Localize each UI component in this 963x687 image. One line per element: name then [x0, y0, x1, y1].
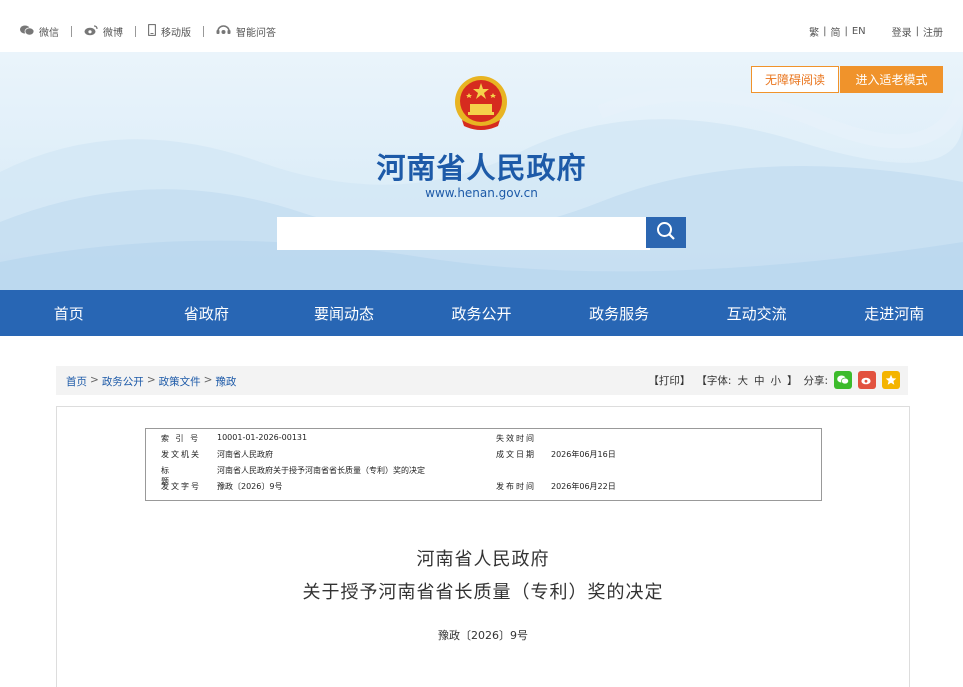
national-emblem-icon	[452, 74, 510, 134]
meta-docno-label: 发文字号	[161, 482, 201, 491]
wechat-link[interactable]: 微信	[20, 24, 59, 39]
weibo-link[interactable]: 微博	[84, 24, 123, 39]
meta-created-label: 成文日期	[496, 450, 536, 459]
document-title-line2: 关于授予河南省省长质量（专利）奖的决定	[302, 582, 664, 603]
chat-icon	[216, 24, 231, 39]
meta-row: 发文字号 豫政〔2026〕9号 发布时间 2026年06月22日	[146, 481, 821, 496]
meta-issuer-label: 发文机关	[161, 450, 201, 459]
article-content: 索 引 号 10001-01-2026-00131 失效时间 发文机关 河南省人…	[56, 406, 910, 687]
nav-gov-affairs-open[interactable]: 政务公开	[413, 290, 551, 336]
breadcrumb-gov-open[interactable]: 政务公开	[102, 374, 144, 389]
nav-home[interactable]: 首页	[0, 290, 138, 336]
qa-label: 智能问答	[236, 28, 276, 39]
meta-published-label: 发布时间	[496, 482, 536, 491]
breadcrumb-bar: 首页 > 政务公开 > 政策文件 > 豫政 【打印】 【字体: 大 中 小 】 …	[56, 366, 908, 395]
favorite-star-icon[interactable]	[882, 371, 900, 389]
share-label: 分享:	[803, 374, 828, 387]
lang-simplified[interactable]: 简	[830, 24, 840, 39]
breadcrumb-separator: >	[90, 374, 99, 386]
meta-expire-label: 失效时间	[496, 434, 536, 443]
nav-news[interactable]: 要闻动态	[275, 290, 413, 336]
accessibility-button[interactable]: 无障碍阅读	[751, 66, 839, 93]
meta-row: 标 题 河南省人民政府关于授予河南省省长质量（专利）奖的决定	[146, 465, 821, 486]
qa-link[interactable]: 智能问答	[216, 24, 276, 39]
nav-gov-services[interactable]: 政务服务	[550, 290, 688, 336]
meta-row: 发文机关 河南省人民政府 成文日期 2026年06月16日	[146, 449, 821, 464]
login-separator: |	[915, 26, 919, 37]
site-url[interactable]: www.henan.gov.cn	[0, 186, 963, 200]
lang-separator: |	[844, 26, 848, 37]
document-title-line1: 河南省人民政府	[416, 549, 550, 570]
site-title: 河南省人民政府	[376, 151, 587, 185]
font-size-end: 】	[786, 374, 798, 387]
wechat-icon	[20, 25, 35, 39]
page-tools: 【打印】 【字体: 大 中 小 】 分享:	[648, 371, 900, 389]
wechat-label: 微信	[39, 28, 59, 39]
search-input[interactable]	[277, 217, 650, 250]
lang-english[interactable]: EN	[852, 26, 866, 37]
print-link[interactable]: 【打印】	[648, 373, 690, 388]
meta-subject-value: 河南省人民政府关于授予河南省省长质量（专利）奖的决定	[217, 466, 425, 475]
mobile-link[interactable]: 移动版	[147, 23, 191, 39]
mobile-label: 移动版	[161, 28, 191, 39]
meta-issuer-value: 河南省人民政府	[217, 450, 273, 459]
main-nav: 首页 省政府 要闻动态 政务公开 政务服务 互动交流 走进河南	[0, 290, 963, 336]
lang-separator: |	[823, 26, 827, 37]
divider	[203, 26, 204, 37]
header-banner: 河南省人民政府 www.henan.gov.cn 无障碍阅读 进入适老模式	[0, 52, 963, 290]
font-medium[interactable]: 中	[754, 373, 765, 388]
font-size-label: 【字体:	[696, 374, 732, 387]
meta-docno-value: 豫政〔2026〕9号	[217, 482, 283, 491]
nav-provincial-gov[interactable]: 省政府	[138, 290, 276, 336]
breadcrumb-separator: >	[146, 374, 156, 386]
meta-index-value: 10001-01-2026-00131	[217, 433, 308, 442]
document-metadata-table: 索 引 号 10001-01-2026-00131 失效时间 发文机关 河南省人…	[145, 428, 822, 501]
font-large[interactable]: 大	[737, 373, 748, 388]
search-button[interactable]	[646, 217, 686, 248]
top-right-links: 繁 | 简 | EN 登录 | 注册	[809, 24, 943, 39]
search-icon	[656, 221, 676, 245]
meta-published-value: 2026年06月22日	[551, 482, 616, 491]
share-weibo-icon[interactable]	[858, 371, 876, 389]
breadcrumb: 首页 > 政务公开 > 政策文件 > 豫政	[66, 374, 236, 389]
top-bar: 微信 微博 移动版 智能问答 繁 | 简 | EN 登录 | 注册	[0, 0, 963, 52]
lang-traditional[interactable]: 繁	[809, 24, 819, 39]
breadcrumb-home[interactable]: 首页	[66, 374, 87, 389]
meta-row: 索 引 号 10001-01-2026-00131 失效时间	[146, 433, 821, 448]
divider	[135, 26, 136, 37]
register-link[interactable]: 注册	[923, 24, 943, 39]
meta-created-value: 2026年06月16日	[551, 450, 616, 459]
mobile-icon	[147, 23, 157, 39]
nav-interaction[interactable]: 互动交流	[688, 290, 826, 336]
weibo-label: 微博	[103, 28, 123, 39]
weibo-icon	[84, 24, 98, 39]
breadcrumb-yuzheng[interactable]: 豫政	[215, 374, 236, 389]
document-number: 豫政〔2026〕9号	[438, 629, 528, 642]
font-small[interactable]: 小	[770, 373, 781, 388]
elder-mode-button[interactable]: 进入适老模式	[840, 66, 943, 93]
top-links: 微信 微博 移动版 智能问答	[20, 23, 276, 39]
nav-about-henan[interactable]: 走进河南	[825, 290, 963, 336]
divider	[71, 26, 72, 37]
breadcrumb-policy[interactable]: 政策文件	[159, 374, 201, 389]
share-wechat-icon[interactable]	[834, 371, 852, 389]
login-link[interactable]: 登录	[892, 24, 912, 39]
meta-index-label: 索 引 号	[161, 434, 201, 443]
breadcrumb-separator: >	[203, 374, 213, 386]
